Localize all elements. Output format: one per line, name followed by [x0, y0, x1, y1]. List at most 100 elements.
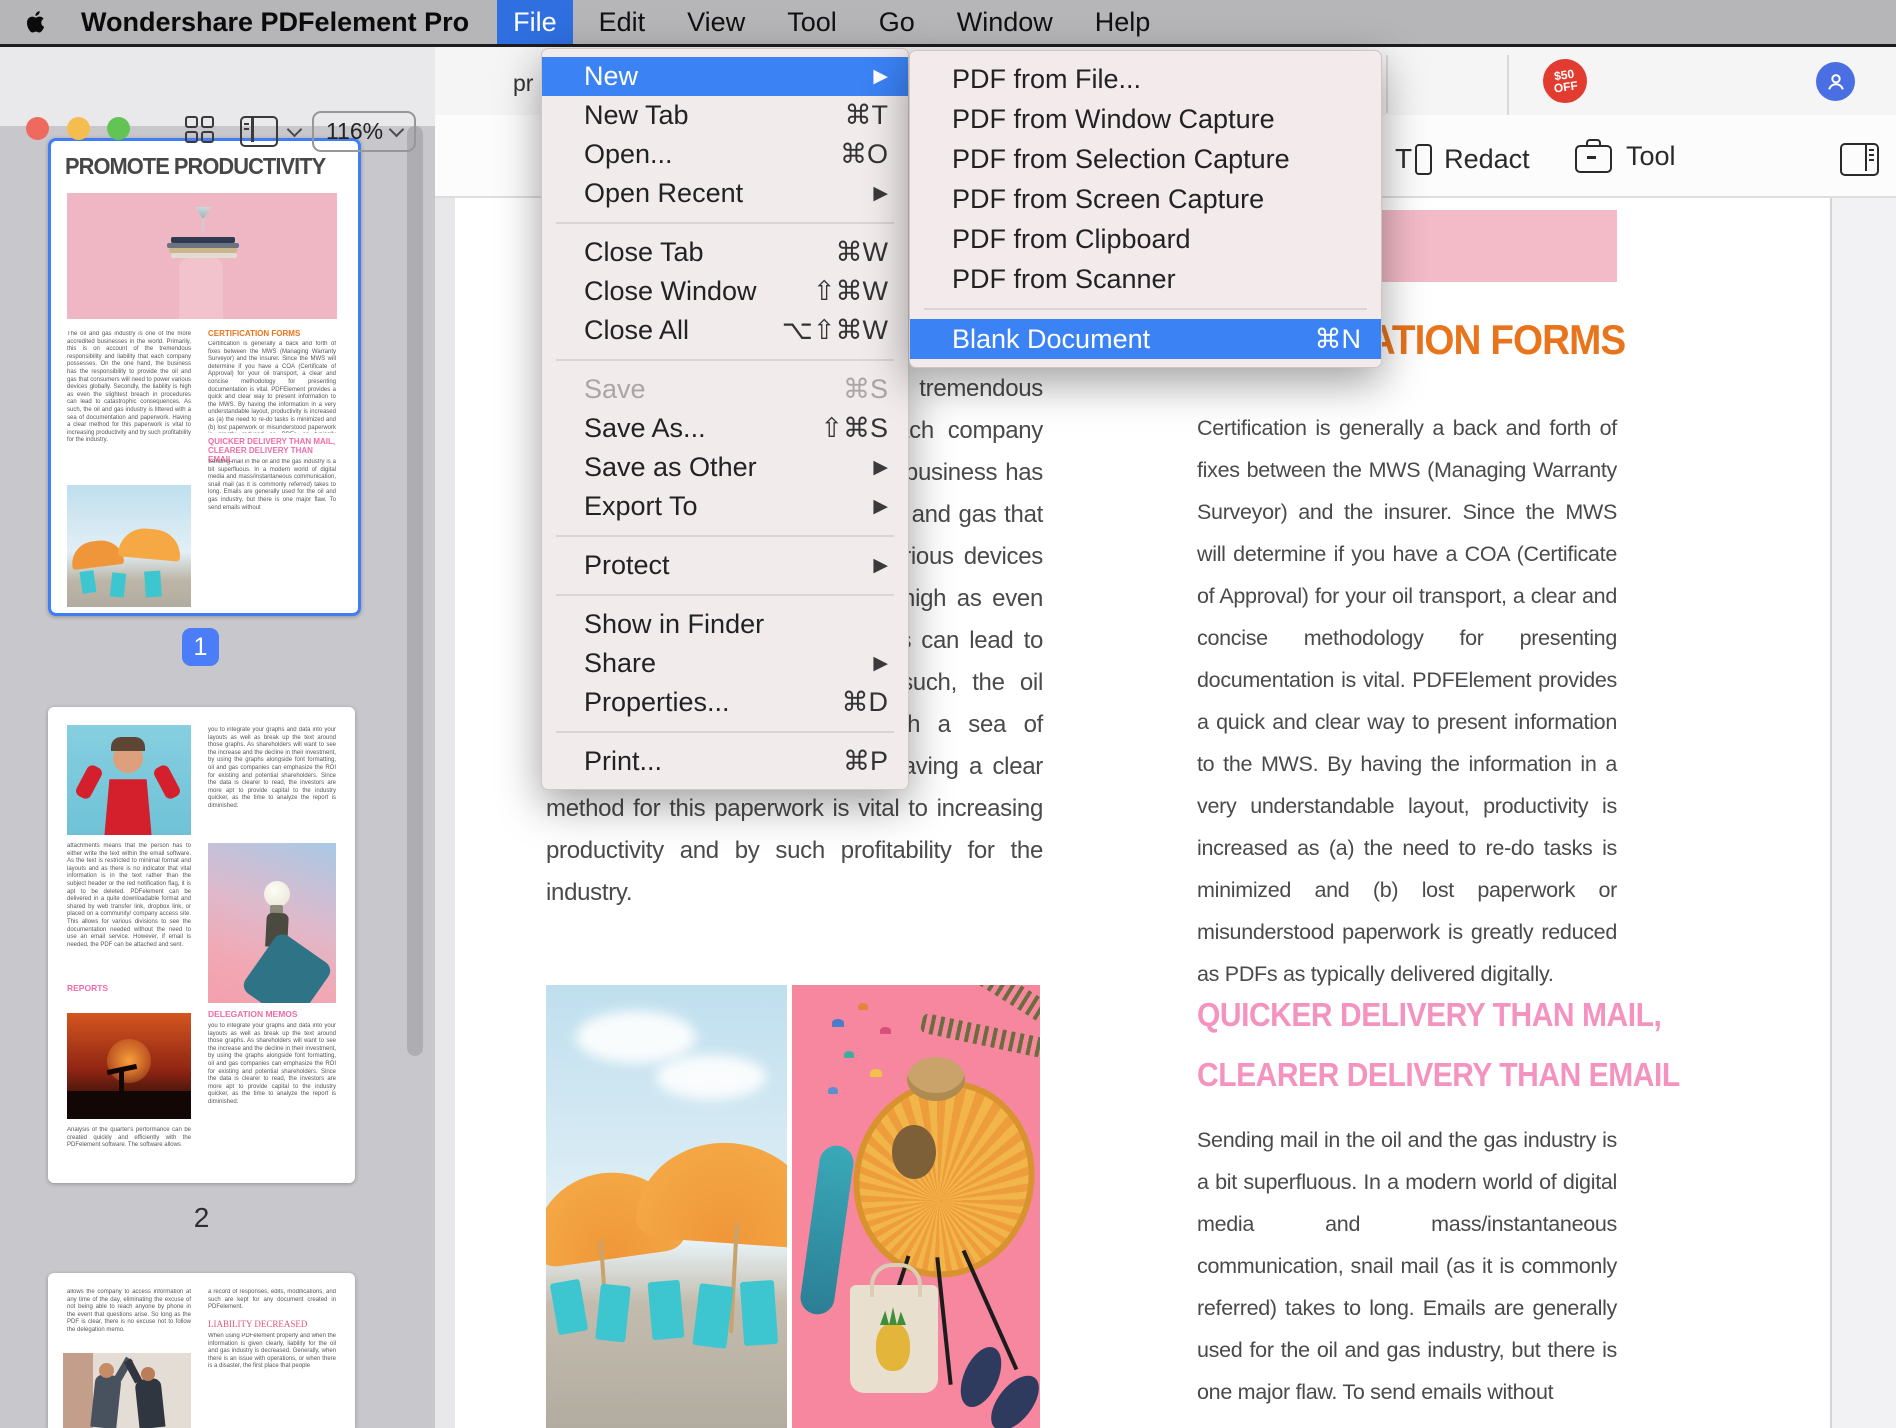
menu-item-label: PDF from Scanner — [952, 264, 1361, 295]
menu-item-properties[interactable]: Properties... ⌘D — [542, 683, 908, 722]
menu-item-export-to[interactable]: Export To ▶ — [542, 487, 908, 526]
collapsed-right-panel[interactable] — [1830, 198, 1896, 1428]
sidebar-chevron-icon[interactable] — [281, 122, 300, 140]
menu-item-shortcut: ⌘T — [845, 100, 889, 131]
submenu-item-pdf-from-selection-capture[interactable]: PDF from Selection Capture — [910, 139, 1381, 179]
submenu-arrow-icon: ▶ — [873, 652, 888, 675]
menubar-item-file[interactable]: File — [497, 0, 573, 44]
beach-chair-shape — [80, 570, 97, 594]
menu-item-open-recent[interactable]: Open Recent ▶ — [542, 174, 908, 213]
menubar-item-view[interactable]: View — [671, 0, 761, 44]
right-panel-toggle-icon[interactable] — [1840, 143, 1879, 176]
menu-item-close-window[interactable]: Close Window ⇧⌘W — [542, 272, 908, 311]
menu-item-shortcut: ⌘P — [843, 746, 888, 777]
menu-item-share[interactable]: Share ▶ — [542, 644, 908, 683]
menu-item-label: PDF from File... — [952, 64, 1361, 95]
minimize-window-button[interactable] — [67, 117, 90, 140]
zoom-window-button[interactable] — [107, 117, 130, 140]
menu-bar: Wondershare PDFelement Pro File Edit Vie… — [0, 0, 1896, 44]
submenu-item-pdf-from-clipboard[interactable]: PDF from Clipboard — [910, 219, 1381, 259]
tab-document[interactable]: pr — [513, 70, 533, 97]
quicker-heading-line2: CLEARER DELIVERY THAN EMAIL — [1197, 1056, 1617, 1094]
menu-item-new-tab[interactable]: New Tab ⌘T — [542, 96, 908, 135]
menu-item-label: Blank Document — [952, 324, 1295, 355]
menubar-item-help[interactable]: Help — [1079, 0, 1167, 44]
zoom-level-control[interactable]: 116% — [312, 111, 416, 152]
menu-item-save-as-other[interactable]: Save as Other ▶ — [542, 448, 908, 487]
thumb1-title: PROMOTE PRODUCTIVITY — [65, 153, 327, 180]
submenu-item-pdf-from-file[interactable]: PDF from File... — [910, 59, 1381, 99]
menu-item-new[interactable]: New ▶ — [542, 57, 908, 96]
thumbnail-view-icon[interactable] — [185, 116, 215, 144]
arm-shape — [74, 763, 104, 801]
mini-umbrella-shape — [828, 1087, 838, 1094]
menubar-item-edit[interactable]: Edit — [583, 0, 662, 44]
menubar-item-tool[interactable]: Tool — [771, 0, 853, 44]
thumb2-sunset-image — [67, 1013, 191, 1119]
menu-item-label: Save — [584, 374, 823, 405]
promo-badge[interactable]: $50 OFF — [1540, 56, 1590, 106]
menu-item-label: Open Recent — [584, 178, 853, 209]
redact-button[interactable]: T Redact — [1395, 143, 1530, 175]
menu-item-close-tab[interactable]: Close Tab ⌘W — [542, 233, 908, 272]
redact-icon: T — [1395, 143, 1432, 175]
surfboard-shape — [798, 1143, 855, 1316]
sidebar-scrollbar-thumb[interactable] — [407, 126, 423, 1056]
arm-shape — [152, 763, 182, 801]
thumbnail-page-2[interactable]: you to integrate your graphs and data in… — [48, 707, 355, 1183]
hair-shape — [111, 737, 145, 751]
head-shape — [141, 1367, 155, 1381]
menubar-item-window[interactable]: Window — [941, 0, 1069, 44]
thumb2-col2-text: you to integrate your graphs and data in… — [208, 727, 336, 835]
sidebar-toggle-icon[interactable] — [240, 116, 278, 147]
submenu-item-blank-document[interactable]: Blank Document ⌘N — [910, 319, 1381, 359]
pink-chair-photo — [792, 985, 1040, 1428]
tool-button[interactable]: Tool — [1575, 139, 1676, 173]
beach-chair-shape — [595, 1284, 631, 1343]
menu-item-save: Save ⌘S — [542, 370, 908, 409]
menu-item-label: Protect — [584, 550, 853, 581]
menu-item-label: Export To — [584, 491, 853, 522]
menu-item-label: Save As... — [584, 413, 800, 444]
menu-item-save-as[interactable]: Save As... ⇧⌘S — [542, 409, 908, 448]
beach-chair-shape — [692, 1283, 733, 1349]
close-window-button[interactable] — [26, 117, 49, 140]
menu-item-protect[interactable]: Protect ▶ — [542, 546, 908, 585]
thumbnail-page-1[interactable]: PROMOTE PRODUCTIVITY The oil and gas ind… — [48, 138, 361, 616]
menu-item-print[interactable]: Print... ⌘P — [542, 742, 908, 781]
menu-item-label: Save as Other — [584, 452, 853, 483]
promo-badge-off: OFF — [1553, 79, 1578, 94]
account-avatar[interactable] — [1816, 62, 1855, 101]
submenu-item-pdf-from-screen-capture[interactable]: PDF from Screen Capture — [910, 179, 1381, 219]
thumb1-col2-text: Certification is generally a back and fo… — [208, 341, 336, 433]
thumb2-memos-heading: DELEGATION MEMOS — [208, 1009, 298, 1019]
menu-item-shortcut: ⇧⌘S — [820, 413, 888, 444]
redact-label: Redact — [1444, 144, 1530, 175]
thumb2-col2b-text: you to integrate your graphs and data in… — [208, 1023, 336, 1169]
menu-item-shortcut: ⌘N — [1315, 324, 1362, 355]
mini-umbrella-shape — [858, 1003, 868, 1010]
menu-item-label: PDF from Selection Capture — [952, 144, 1361, 175]
thumb2-col1-text: attachments means that the person has to… — [67, 843, 191, 971]
menu-item-open[interactable]: Open... ⌘O — [542, 135, 908, 174]
horizon-shape — [67, 1091, 191, 1119]
menubar-item-go[interactable]: Go — [863, 0, 931, 44]
menu-item-shortcut: ⌥⇧⌘W — [782, 315, 888, 346]
submenu-item-pdf-from-scanner[interactable]: PDF from Scanner — [910, 259, 1381, 299]
beach-chair-shape — [110, 572, 126, 597]
thumbnail-page-3[interactable]: allows the company to access information… — [48, 1273, 355, 1428]
sleeve-shape — [240, 930, 334, 1003]
thumb3-col1-text: allows the company to access information… — [67, 1289, 191, 1347]
thumb2-reports-heading: REPORTS — [67, 983, 108, 993]
glass-stem-shape — [202, 218, 204, 232]
window-titlebar: 116% — [0, 44, 435, 126]
beach-chair-shape — [740, 1280, 778, 1346]
submenu-arrow-icon: ▶ — [873, 65, 888, 88]
umbrella-shape — [118, 526, 182, 561]
apple-logo-icon[interactable] — [26, 9, 47, 35]
menu-item-close-all[interactable]: Close All ⌥⇧⌘W — [542, 311, 908, 350]
menu-item-show-in-finder[interactable]: Show in Finder — [542, 605, 908, 644]
submenu-item-pdf-from-window-capture[interactable]: PDF from Window Capture — [910, 99, 1381, 139]
menu-item-label: New — [584, 61, 853, 92]
tool-label: Tool — [1626, 141, 1676, 172]
